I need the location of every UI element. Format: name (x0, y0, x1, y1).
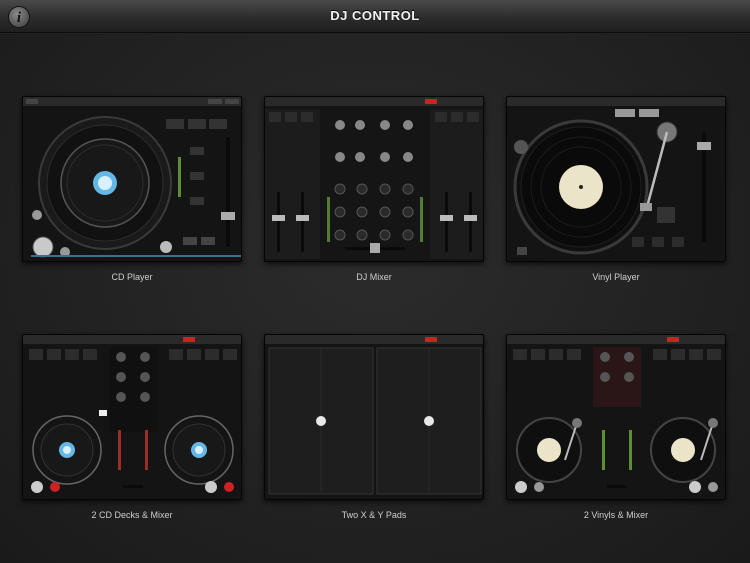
tile-label: Vinyl Player (592, 272, 640, 282)
tile-label: 2 CD Decks & Mixer (91, 510, 173, 520)
tile-label: DJ Mixer (356, 272, 392, 282)
vinyl-player-thumbnail (506, 96, 726, 262)
2-vinyls-mixer-thumbnail (506, 334, 726, 500)
cd-player-thumbnail (22, 96, 242, 262)
dj-mixer-thumbnail (264, 96, 484, 262)
2-cd-decks-mixer-thumbnail (22, 334, 242, 500)
navigation-bar: i DJ CONTROL (0, 0, 750, 33)
tile-label: CD Player (111, 272, 153, 282)
tile-label: Two X & Y Pads (341, 510, 407, 520)
page-title: DJ CONTROL (330, 8, 420, 23)
two-xy-pads-thumbnail (264, 334, 484, 500)
tile-label: 2 Vinyls & Mixer (583, 510, 649, 520)
template-grid: CD Player DJ Mixer Vinyl Player 2 CD Dec… (0, 34, 750, 563)
